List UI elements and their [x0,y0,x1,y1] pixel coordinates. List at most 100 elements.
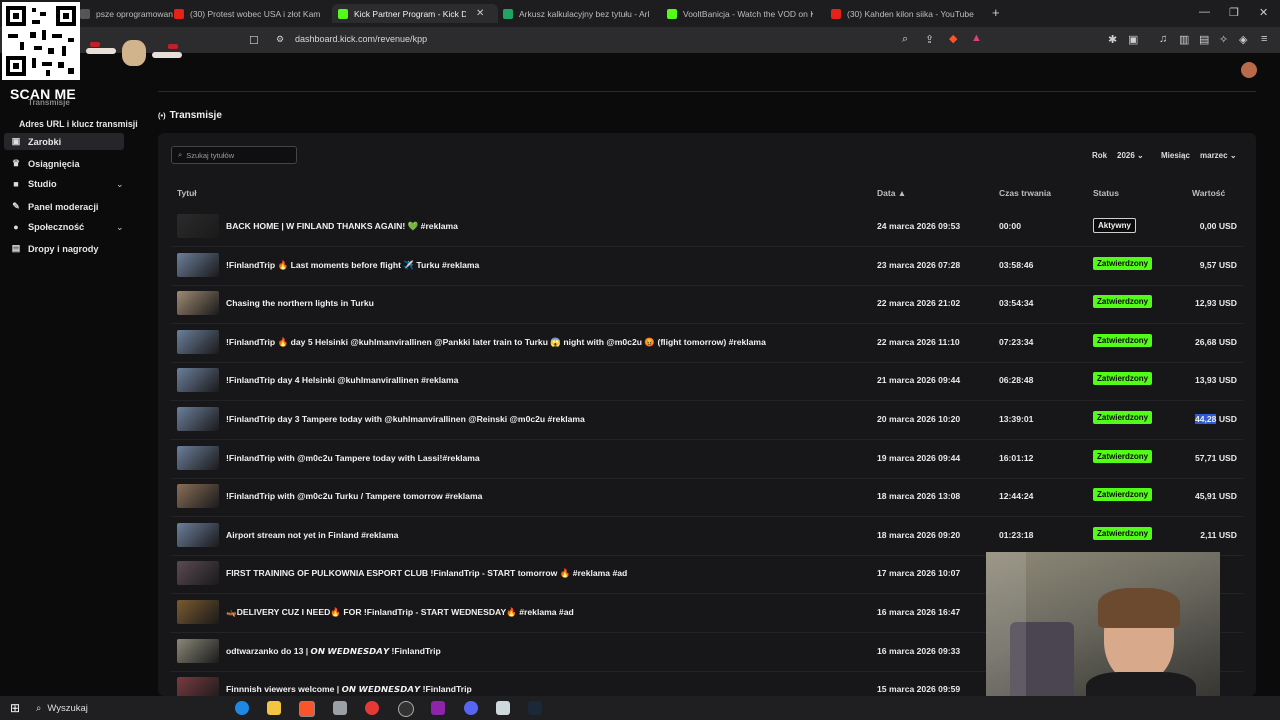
stream-thumbnail[interactable] [177,214,219,238]
browser-tab[interactable]: (30) Kahden kilon siika - YouTube [831,4,981,23]
stream-thumbnail[interactable] [177,368,219,393]
steam-icon[interactable] [528,701,542,715]
stream-thumbnail[interactable] [177,600,219,624]
table-row[interactable]: BACK HOME | W FINLAND THANKS AGAIN! 💚 #r… [171,208,1243,247]
restore-icon[interactable]: ❐ [1229,6,1239,19]
sidebar-item-zarobki[interactable]: ▣ Zarobki [4,133,124,150]
table-row[interactable]: !FinlandTrip with @m0c2u Tampere today w… [171,440,1243,479]
month-select[interactable]: marzec ⌄ [1200,151,1237,160]
chevron-down-icon: ⌄ [1229,151,1237,160]
table-row[interactable]: !FinlandTrip day 4 Helsinki @kuhlmanvira… [171,362,1243,402]
stream-thumbnail[interactable] [177,484,219,509]
stream-title[interactable]: FIRST TRAINING OF PULKOWNIA ESPORT CLUB … [226,568,627,579]
stream-title[interactable]: 🛶DELIVERY CUZ I NEED🔥 FOR !FinlandTrip -… [226,607,574,618]
webcam-overlay [986,552,1220,720]
app-icon[interactable] [431,701,445,715]
browser-tab[interactable]: Kick Partner Program - Kick Dash ✕ [332,4,498,23]
table-row[interactable]: !FinlandTrip 🔥 Last moments before fligh… [171,247,1243,286]
brave-shield-icon[interactable]: ◆ [949,32,957,45]
stream-title[interactable]: !FinlandTrip 🔥 Last moments before fligh… [226,260,479,271]
table-row[interactable]: !FinlandTrip 🔥 day 5 Helsinki @kuhlmanvi… [171,324,1243,363]
stream-title[interactable]: !FinlandTrip day 4 Helsinki @kuhlmanvira… [226,375,458,385]
browser-tab-bar: psze oprogramowan (30) Protest wobec USA … [0,0,1280,27]
search-input[interactable]: ⌕ Szukaj tytułów [171,146,297,164]
windows-start-icon[interactable]: ⊞ [10,701,20,715]
browser-tab[interactable]: Arkusz kalkulacyjny bez tytułu - Arku [503,4,653,23]
stream-title[interactable]: !FinlandTrip with @m0c2u Turku / Tampere… [226,491,482,501]
stream-duration: 03:58:46 [999,259,1034,270]
sidebar-item-studio[interactable]: ■ Studio [10,179,56,189]
close-tab-icon[interactable]: ✕ [476,8,484,19]
sidebar-item-osiągnięcia[interactable]: ♛ Osiągnięcia [10,158,80,169]
edge-icon[interactable] [235,701,249,715]
stream-title[interactable]: !FinlandTrip with @m0c2u Tampere today w… [226,453,480,463]
share-icon[interactable]: ⇪ [925,33,934,46]
stream-thumbnail[interactable] [177,252,219,277]
stream-value: 0,00 USD [1199,221,1237,231]
stream-thumbnail[interactable] [177,638,219,663]
stream-title[interactable]: odtwarzanko do 13 | 𝙊𝙉 𝙒𝙀𝘿𝙉𝙀𝙎𝘿𝘼𝙔 !Finlan… [226,646,441,657]
stream-title[interactable]: Chasing the northern lights in Turku [226,298,374,308]
sidebar-item-społeczność[interactable]: ● Społeczność [10,222,84,232]
media-icon[interactable]: ♫ [1159,33,1167,45]
year-select[interactable]: 2026 ⌄ [1117,151,1144,160]
table-row[interactable]: !FinlandTrip day 3 Tampere today with @k… [171,401,1243,440]
minimize-icon[interactable]: — [1199,6,1210,18]
bookmark-icon[interactable]: ☐ [249,34,259,47]
scan-me-label: SCAN ME [10,86,76,102]
stream-date: 16 marca 2026 09:33 [877,645,961,656]
chrome-icon[interactable] [365,701,379,715]
stream-thumbnail[interactable] [177,407,219,431]
app-icon[interactable] [333,701,347,715]
column-header-status[interactable]: Status [1093,188,1119,198]
table-row[interactable]: Chasing the northern lights in Turku 22 m… [171,285,1243,325]
column-header-value[interactable]: Wartość [1192,188,1225,198]
sidebar-item-label: Zarobki [28,136,62,147]
url-field[interactable]: dashboard.kick.com/revenue/kpp [295,34,427,44]
column-header-date[interactable]: Data ▲ [877,188,906,198]
stream-thumbnail[interactable] [177,522,219,547]
close-icon[interactable]: ✕ [1259,6,1268,19]
site-info-icon[interactable]: ⚙ [276,34,284,45]
app-icon[interactable] [496,701,510,715]
stream-thumbnail[interactable] [177,561,219,586]
column-header-title[interactable]: Tytuł [177,188,197,198]
stream-thumbnail[interactable] [177,445,219,470]
rewards-icon[interactable]: ▲ [971,32,982,44]
wallet-icon[interactable]: ▣ [1128,33,1138,46]
chevron-down-icon[interactable]: ⌄ [116,222,124,233]
vpn-icon[interactable]: ◈ [1239,33,1247,46]
browser-tab[interactable]: (30) Protest wobec USA i złot Kamrat [174,4,324,23]
column-header-duration[interactable]: Czas trwania [999,188,1051,198]
chevron-down-icon[interactable]: ⌄ [116,179,124,190]
avatar[interactable] [1241,62,1257,78]
stream-thumbnail[interactable] [177,329,219,354]
ai-icon[interactable]: ✧ [1219,33,1228,46]
new-tab-button[interactable]: + [992,5,1000,20]
leo-icon[interactable]: ▤ [1199,33,1209,46]
stream-thumbnail[interactable] [177,291,219,316]
stream-title[interactable]: !FinlandTrip 🔥 day 5 Helsinki @kuhlmanvi… [226,337,766,348]
browser-tab[interactable]: VooltBanicja - Watch the VOD on Kic [667,4,817,23]
sidebar-item-stream-key[interactable]: Adres URL i klucz transmisji [19,119,138,129]
stream-title[interactable]: BACK HOME | W FINLAND THANKS AGAIN! 💚 #r… [226,221,458,232]
chevron-down-icon: ⌄ [1137,151,1144,160]
stream-title[interactable]: !FinlandTrip day 3 Tampere today with @k… [226,414,585,424]
stream-title[interactable]: Finnnish viewers welcome | 𝙊𝙉 𝙒𝙀𝘿𝙉𝙀𝙎𝘿𝘼𝙔 … [226,684,472,695]
sidebar-toggle-icon[interactable]: ▥ [1179,33,1189,46]
brave-icon[interactable] [299,701,315,717]
menu-icon[interactable]: ≡ [1261,33,1267,45]
stream-date: 15 marca 2026 09:59 [877,684,961,695]
extensions-icon[interactable]: ✱ [1108,33,1117,46]
sidebar-item-panel-moderacji[interactable]: ✎ Panel moderacji [10,201,98,212]
stream-title[interactable]: Airport stream not yet in Finland #rekla… [226,530,398,540]
table-row[interactable]: Airport stream not yet in Finland #rekla… [171,517,1243,556]
table-row[interactable]: !FinlandTrip with @m0c2u Turku / Tampere… [171,478,1243,518]
status-badge: Zatwierdzony [1093,333,1153,347]
sidebar-item-dropy-i-nagrody[interactable]: ▤ Dropy i nagrody [10,243,99,254]
zoom-icon[interactable]: ⌕ [902,33,908,46]
discord-icon[interactable] [464,701,478,715]
file-explorer-icon[interactable] [267,701,281,715]
taskbar-search[interactable]: ⌕ Wyszukaj [36,698,224,718]
obs-icon[interactable] [398,701,414,717]
